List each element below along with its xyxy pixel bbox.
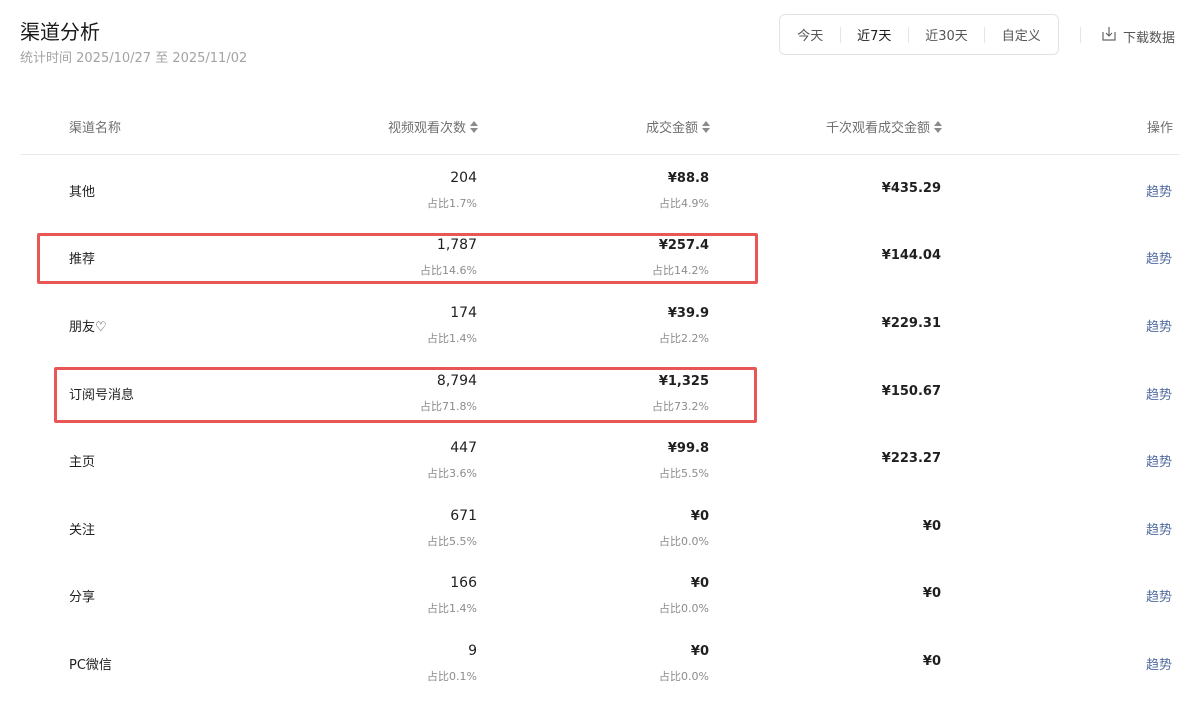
per-thousand-value: ¥0 [922,654,941,669]
views-value: 447 [450,440,477,456]
trend-link[interactable]: 趋势 [1146,384,1172,403]
amount-value: ¥0 [690,509,709,524]
views-share: 占比1.4% [427,602,477,615]
col-header-per-thousand[interactable]: 千次观看成交金额 [826,117,942,136]
download-icon [1101,26,1117,46]
trend-link[interactable]: 趋势 [1146,519,1172,538]
trend-link[interactable]: 趋势 [1146,316,1172,335]
download-button[interactable]: 下载数据 [1101,26,1175,46]
per-thousand-value: ¥229.31 [881,316,941,331]
per-thousand-value: ¥223.27 [881,451,941,466]
channel-name: 分享 [69,590,96,605]
trend-link[interactable]: 趋势 [1146,654,1172,673]
sort-icon [702,120,710,133]
trend-link[interactable]: 趋势 [1146,586,1172,605]
tab-divider [839,26,841,43]
col-header-ops: 操作 [1146,121,1173,136]
date-range-tabs: 今天 近7天 近30天 自定义 [779,14,1059,55]
channel-name: 关注 [69,523,96,538]
amount-share: 占比5.5% [659,467,709,480]
amount-value: ¥99.8 [667,441,709,456]
views-value: 166 [450,575,477,591]
amount-share: 占比4.9% [659,197,709,210]
date-range-text: 统计时间 2025/10/27 至 2025/11/02 [20,51,248,66]
views-share: 占比5.5% [427,535,477,548]
header-divider [1080,27,1081,43]
views-share: 占比1.7% [427,197,477,210]
per-thousand-value: ¥144.04 [881,248,941,263]
sort-icon [470,120,478,133]
amount-share: 占比0.0% [659,670,709,683]
page-title: 渠道分析 [20,20,100,44]
tab-divider [907,26,909,43]
highlight-box [54,367,757,423]
amount-value: ¥88.8 [667,171,709,186]
per-thousand-value: ¥435.29 [881,181,941,196]
amount-value: ¥0 [690,644,709,659]
amount-value: ¥39.9 [667,306,709,321]
amount-share: 占比2.2% [659,332,709,345]
col-header-amount[interactable]: 成交金额 [646,117,710,136]
table-row: 朋友♡ 174 占比1.4% ¥39.9 占比2.2% ¥229.31 趋势 [20,301,1180,369]
header-divider-line [20,154,1180,155]
amount-value: ¥0 [690,576,709,591]
views-share: 占比1.4% [427,332,477,345]
trend-link[interactable]: 趋势 [1146,451,1172,470]
trend-link[interactable]: 趋势 [1146,181,1172,200]
tab-last-7-days[interactable]: 近7天 [851,25,897,44]
amount-share: 占比0.0% [659,602,709,615]
trend-link[interactable]: 趋势 [1146,248,1172,267]
tab-last-30-days[interactable]: 近30天 [919,25,974,44]
sort-icon [934,120,942,133]
col-header-views[interactable]: 视频观看次数 [388,117,478,136]
views-value: 174 [450,305,477,321]
tab-divider [984,26,986,43]
channel-name: 其他 [69,185,96,200]
table-row: 其他 204 占比1.7% ¥88.8 占比4.9% ¥435.29 趋势 [20,166,1180,234]
channel-name: PC微信 [69,658,112,673]
table-row: 关注 671 占比5.5% ¥0 占比0.0% ¥0 趋势 [20,504,1180,572]
views-value: 204 [450,170,477,186]
table-row: 分享 166 占比1.4% ¥0 占比0.0% ¥0 趋势 [20,571,1180,639]
highlight-box [37,233,758,284]
channel-name: 朋友♡ [69,320,107,335]
tab-custom[interactable]: 自定义 [996,25,1047,44]
per-thousand-value: ¥0 [922,586,941,601]
col-header-name: 渠道名称 [69,121,122,136]
views-value: 671 [450,508,477,524]
views-share: 占比0.1% [427,670,477,683]
per-thousand-value: ¥150.67 [881,384,941,399]
amount-share: 占比0.0% [659,535,709,548]
per-thousand-value: ¥0 [922,519,941,534]
channel-name: 主页 [69,455,96,470]
download-label: 下载数据 [1123,30,1176,46]
views-share: 占比3.6% [427,467,477,480]
table-row: 主页 447 占比3.6% ¥99.8 占比5.5% ¥223.27 趋势 [20,436,1180,504]
views-value: 9 [468,643,477,659]
tab-today[interactable]: 今天 [791,25,829,44]
